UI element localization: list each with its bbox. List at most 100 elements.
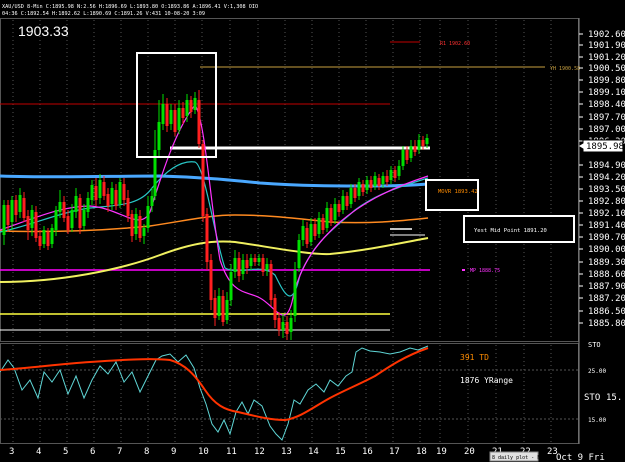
candle-body: [417, 140, 421, 150]
candle-body: [94, 186, 98, 200]
price-tick-label: 1887.90: [588, 282, 625, 292]
indicator-top-label: STO: [588, 341, 601, 349]
candle-body: [301, 226, 305, 240]
price-tick-label: 1901.90: [588, 41, 625, 51]
yrange-label: 1876 YRange: [460, 376, 513, 385]
time-tick-label: 5: [63, 447, 68, 457]
candle-body: [341, 196, 345, 210]
candle-body: [138, 216, 142, 238]
candle-body: [110, 188, 114, 204]
candle-body: [321, 218, 325, 230]
candle-body: [66, 216, 70, 230]
candle-body: [281, 322, 285, 330]
time-tick-label: 19: [436, 447, 447, 457]
time-tick-label: 11: [226, 447, 237, 457]
time-tick-label: 14: [308, 447, 319, 457]
candle-body: [225, 300, 229, 320]
time-tick-label: 18: [416, 447, 427, 457]
price-tick-label: 1888.60: [588, 270, 625, 280]
candle-body: [78, 198, 82, 228]
time-tick-label: 8: [144, 447, 149, 457]
candle-body: [409, 146, 413, 158]
candle-body: [337, 204, 341, 212]
price-tick-label: 1898.40: [588, 100, 625, 110]
candle-body: [197, 100, 201, 144]
candle-body: [289, 318, 293, 332]
candle-body: [317, 218, 321, 234]
time-tick-label: 7: [117, 447, 122, 457]
candle-body: [421, 140, 425, 146]
candle-body: [273, 298, 277, 320]
candle-body: [18, 195, 22, 212]
price-tick-label: 1902.60: [588, 30, 625, 40]
candle-body: [217, 296, 221, 316]
candle-body: [269, 264, 273, 300]
candle-body: [237, 258, 241, 276]
osc-cyan-line: [0, 345, 429, 441]
candle-body: [257, 258, 261, 262]
candle-body: [241, 260, 245, 274]
header-line-2: 04:36 C:1892.54 H:1892.62 L:1890.69 C:18…: [2, 11, 205, 17]
yellow-moving-average: [0, 237, 429, 283]
candle-body: [14, 200, 18, 215]
candle-body: [345, 196, 349, 206]
ymid-label: Yest Mid Point 1891.20: [474, 228, 547, 234]
candle-body: [381, 176, 385, 184]
candle-body: [285, 322, 289, 334]
time-tick-label: 10: [198, 447, 209, 457]
price-tick-label: 1890.00: [588, 245, 625, 255]
candle-body: [50, 228, 54, 244]
price-tick-label: 1890.70: [588, 233, 625, 243]
candle-body: [313, 224, 317, 236]
candle-body: [26, 216, 30, 230]
candle-body: [425, 138, 429, 144]
candle-body: [126, 198, 130, 216]
candle-body: [118, 182, 122, 204]
candle-body: [297, 240, 301, 268]
candle-body: [333, 204, 337, 220]
price-tick-label: 1897.00: [588, 125, 625, 135]
candle-body: [357, 182, 361, 196]
time-tick-label: 6: [90, 447, 95, 457]
header-line-1: XAU/USD 8-Min C:1895.98 N:2.56 H:1896.69…: [2, 4, 258, 10]
candle-body: [277, 318, 281, 330]
candle-body: [150, 196, 154, 206]
candle-body: [305, 228, 309, 244]
candle-body: [377, 178, 381, 186]
current-price-arrow: [579, 143, 584, 149]
indicator-panel-border: [0, 343, 579, 444]
candle-body: [34, 212, 38, 238]
candle-body: [353, 188, 357, 198]
price-tick-label: 1901.20: [588, 53, 625, 63]
candle-body: [54, 210, 58, 230]
candle-body: [185, 100, 189, 116]
candle-body: [90, 185, 94, 200]
time-tick-label: 16: [362, 447, 373, 457]
candle-body: [142, 228, 146, 236]
movr-box[interactable]: [425, 179, 479, 211]
candle-body: [397, 166, 401, 176]
candle-body: [369, 180, 373, 188]
candle-body: [169, 110, 173, 124]
price-tick-label: 1892.10: [588, 209, 625, 219]
candle-body: [10, 200, 14, 222]
time-tick-label: 13: [281, 447, 292, 457]
candle-body: [205, 214, 209, 262]
candle-body: [405, 150, 409, 160]
candle-body: [365, 180, 369, 190]
yh-label: YH 1900.58: [550, 66, 580, 72]
sto-label: STO: [584, 393, 600, 403]
candle-body: [233, 258, 237, 272]
time-tick-label: 3: [9, 447, 14, 457]
time-tick-label: 12: [254, 447, 265, 457]
candle-body: [189, 100, 193, 112]
time-tick-label: 20: [464, 447, 475, 457]
candle-body: [209, 260, 213, 300]
candle-body: [58, 202, 62, 212]
sto-value: 15.: [606, 393, 622, 403]
candle-body: [325, 208, 329, 228]
candle-body: [245, 260, 249, 268]
candle-body: [329, 208, 333, 222]
candle-body: [413, 146, 417, 152]
price-tick-label: 1886.50: [588, 307, 625, 317]
